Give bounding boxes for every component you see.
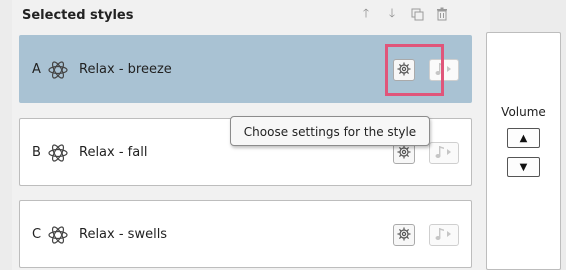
triangle-up-icon: ▲ (519, 132, 528, 144)
music-note-play-icon (434, 61, 454, 80)
volume-up-button[interactable]: ▲ (507, 128, 540, 148)
atom-style-icon (48, 143, 68, 163)
style-settings-button[interactable] (393, 224, 415, 246)
style-letter: B (32, 145, 41, 160)
style-item-c[interactable]: C Relax - swells (19, 200, 472, 268)
volume-label: Volume (501, 105, 546, 119)
style-letter: A (32, 62, 41, 77)
panel-title: Selected styles (22, 8, 134, 23)
style-name: Relax - fall (79, 145, 148, 160)
move-up-icon[interactable]: 🡑 (358, 6, 374, 22)
atom-style-icon (48, 60, 68, 80)
music-note-play-icon (434, 226, 454, 245)
style-preview-button[interactable] (429, 142, 459, 164)
selected-styles-panel: Selected styles 🡑 🡓 A Relax - breeze B R… (12, 0, 490, 270)
style-preview-button[interactable] (429, 224, 459, 246)
volume-panel: Volume ▲ ▼ (486, 32, 561, 270)
atom-style-icon (48, 225, 68, 245)
settings-tooltip: Choose settings for the style (230, 116, 430, 146)
style-letter: C (32, 227, 42, 242)
style-preview-button[interactable] (429, 59, 459, 81)
style-settings-button[interactable] (393, 59, 415, 81)
volume-down-button[interactable]: ▼ (507, 157, 540, 177)
style-item-a[interactable]: A Relax - breeze (19, 35, 472, 103)
duplicate-icon[interactable] (409, 6, 425, 22)
delete-icon[interactable] (434, 6, 450, 22)
triangle-down-icon: ▼ (519, 161, 528, 173)
move-down-icon[interactable]: 🡓 (384, 6, 400, 22)
style-name: Relax - swells (79, 227, 168, 242)
music-note-play-icon (434, 144, 454, 163)
gear-icon (397, 226, 411, 245)
gear-icon (397, 61, 411, 80)
style-name: Relax - breeze (79, 62, 172, 77)
